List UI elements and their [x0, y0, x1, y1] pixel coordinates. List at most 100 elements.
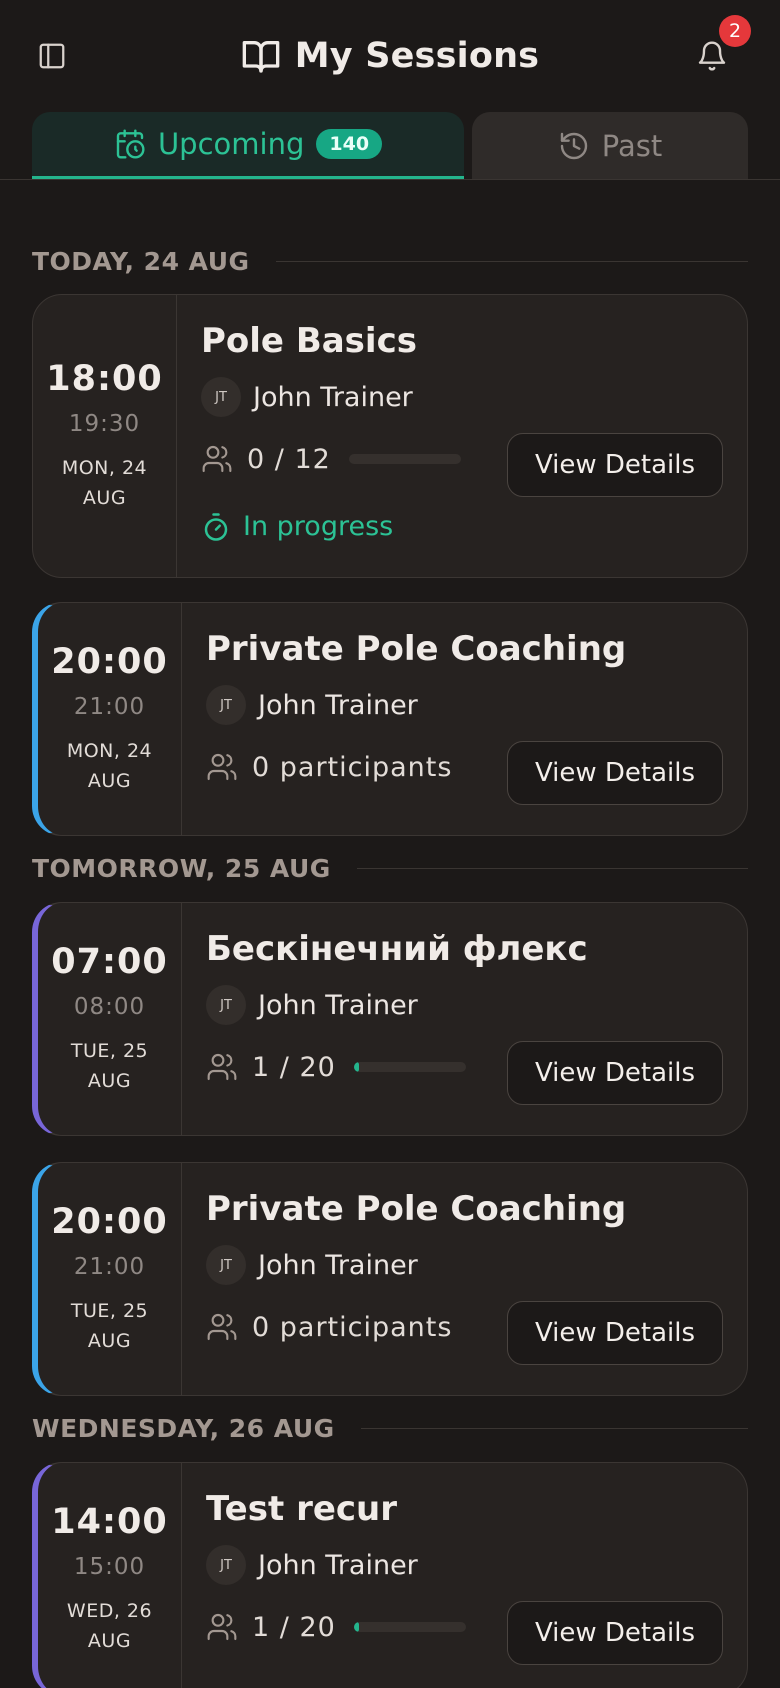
app-header: My Sessions 2 — [0, 0, 780, 112]
participants-row: 0 participants — [206, 751, 452, 783]
session-info: Private Pole Coaching JT John Trainer 0 … — [206, 1163, 723, 1395]
participants-row: 0 participants — [206, 1311, 452, 1343]
book-open-icon — [242, 41, 280, 73]
session-start-time: 20:00 — [51, 642, 168, 682]
session-start-time: 07:00 — [51, 942, 168, 982]
status-row: In progress — [201, 511, 393, 542]
session-title: Private Pole Coaching — [206, 1189, 627, 1229]
session-card[interactable]: 20:00 21:00 MON, 24 AUG Private Pole Coa… — [32, 602, 748, 836]
session-date: WED, 26 AUG — [66, 1600, 153, 1652]
bell-icon — [698, 41, 726, 71]
view-details-button[interactable]: View Details — [507, 741, 723, 805]
users-icon — [207, 753, 237, 781]
session-date: TUE, 25 AUG — [70, 1300, 149, 1352]
participants-row: 0 / 12 — [201, 443, 461, 475]
session-time-column: 07:00 08:00 TUE, 25 AUG — [38, 903, 182, 1135]
trainer-row: JT John Trainer — [201, 377, 413, 417]
section-title: TODAY, 24 AUG — [32, 246, 250, 276]
section-divider — [356, 867, 748, 869]
session-info: Pole Basics JT John Trainer 0 / 12 In pr… — [201, 295, 723, 577]
section-divider — [360, 1427, 748, 1429]
section-header-tomorrow: TOMORROW, 25 AUG — [32, 853, 748, 883]
session-end-time: 15:00 — [73, 1554, 146, 1580]
session-start-time: 20:00 — [51, 1202, 168, 1242]
trainer-row: JT John Trainer — [206, 1245, 418, 1285]
session-info: Test recur JT John Trainer 1 / 20 View D… — [206, 1463, 723, 1688]
trainer-row: JT John Trainer — [206, 985, 418, 1025]
session-title: Private Pole Coaching — [206, 629, 627, 669]
session-title: Pole Basics — [201, 321, 417, 361]
participants-count: 1 / 20 — [252, 1611, 336, 1643]
users-icon — [202, 445, 232, 473]
session-time-column: 20:00 21:00 TUE, 25 AUG — [38, 1163, 182, 1395]
tab-past-label: Past — [601, 129, 663, 163]
users-icon — [207, 1613, 237, 1641]
session-card[interactable]: 07:00 08:00 TUE, 25 AUG Бескінечний флек… — [32, 902, 748, 1136]
session-end-time: 21:00 — [73, 1254, 146, 1280]
section-header-wednesday: WEDNESDAY, 26 AUG — [32, 1413, 748, 1443]
session-status: In progress — [243, 511, 394, 542]
session-card[interactable]: 20:00 21:00 TUE, 25 AUG Private Pole Coa… — [32, 1162, 748, 1396]
capacity-bar — [353, 1622, 466, 1632]
timer-icon — [204, 512, 228, 541]
participants-count: 0 participants — [252, 1311, 453, 1343]
view-details-button[interactable]: View Details — [507, 1041, 723, 1105]
session-date: MON, 24 AUG — [66, 740, 153, 792]
tab-upcoming-label: Upcoming — [157, 127, 305, 161]
section-header-today: TODAY, 24 AUG — [32, 246, 748, 276]
participants-row: 1 / 20 — [206, 1611, 466, 1643]
trainer-name: John Trainer — [253, 381, 413, 413]
session-info: Private Pole Coaching JT John Trainer 0 … — [206, 603, 723, 835]
session-card[interactable]: 18:00 19:30 MON, 24 AUG Pole Basics JT J… — [32, 294, 748, 578]
participants-count: 0 participants — [252, 751, 453, 783]
tab-past[interactable]: Past — [472, 112, 748, 180]
section-divider — [275, 260, 748, 262]
trainer-row: JT John Trainer — [206, 685, 418, 725]
capacity-bar-fill — [353, 1622, 360, 1632]
participants-row: 1 / 20 — [206, 1051, 466, 1083]
session-info: Бескінечний флекс JT John Trainer 1 / 20… — [206, 903, 723, 1135]
trainer-avatar: JT — [206, 985, 246, 1025]
trainer-avatar: JT — [206, 1545, 246, 1585]
session-start-time: 14:00 — [51, 1502, 168, 1542]
session-card[interactable]: 14:00 15:00 WED, 26 AUG Test recur JT Jo… — [32, 1462, 748, 1688]
upcoming-count-badge: 140 — [316, 129, 383, 159]
session-title: Test recur — [206, 1489, 398, 1529]
session-date: MON, 24 AUG — [61, 457, 148, 509]
trainer-row: JT John Trainer — [206, 1545, 418, 1585]
users-icon — [207, 1053, 237, 1081]
session-end-time: 08:00 — [73, 994, 146, 1020]
session-start-time: 18:00 — [46, 359, 163, 399]
view-details-button[interactable]: View Details — [507, 1301, 723, 1365]
session-time-column: 20:00 21:00 MON, 24 AUG — [38, 603, 182, 835]
participants-count: 1 / 20 — [252, 1051, 336, 1083]
session-time-column: 18:00 19:30 MON, 24 AUG — [33, 295, 177, 577]
history-icon — [560, 132, 587, 160]
notification-count-badge: 2 — [719, 15, 751, 47]
session-title: Бескінечний флекс — [206, 929, 588, 969]
capacity-bar — [348, 454, 461, 464]
tabs-divider — [0, 179, 780, 180]
view-details-button[interactable]: View Details — [507, 1601, 723, 1665]
capacity-bar-fill — [353, 1062, 360, 1072]
calendar-clock-icon — [116, 129, 145, 159]
users-icon — [207, 1313, 237, 1341]
trainer-name: John Trainer — [258, 989, 418, 1021]
capacity-bar — [353, 1062, 466, 1072]
session-time-column: 14:00 15:00 WED, 26 AUG — [38, 1463, 182, 1688]
trainer-name: John Trainer — [258, 1249, 418, 1281]
session-end-time: 19:30 — [68, 411, 141, 437]
session-date: TUE, 25 AUG — [70, 1040, 149, 1092]
trainer-avatar: JT — [206, 1245, 246, 1285]
trainer-name: John Trainer — [258, 689, 418, 721]
page-title-group: My Sessions — [0, 30, 780, 82]
section-title: TOMORROW, 25 AUG — [32, 853, 331, 883]
page-title: My Sessions — [294, 36, 540, 76]
session-end-time: 21:00 — [73, 694, 146, 720]
trainer-avatar: JT — [206, 685, 246, 725]
trainer-avatar: JT — [201, 377, 241, 417]
tab-upcoming[interactable]: Upcoming 140 — [32, 112, 464, 180]
trainer-name: John Trainer — [258, 1549, 418, 1581]
section-title: WEDNESDAY, 26 AUG — [32, 1413, 335, 1443]
view-details-button[interactable]: View Details — [507, 433, 723, 497]
